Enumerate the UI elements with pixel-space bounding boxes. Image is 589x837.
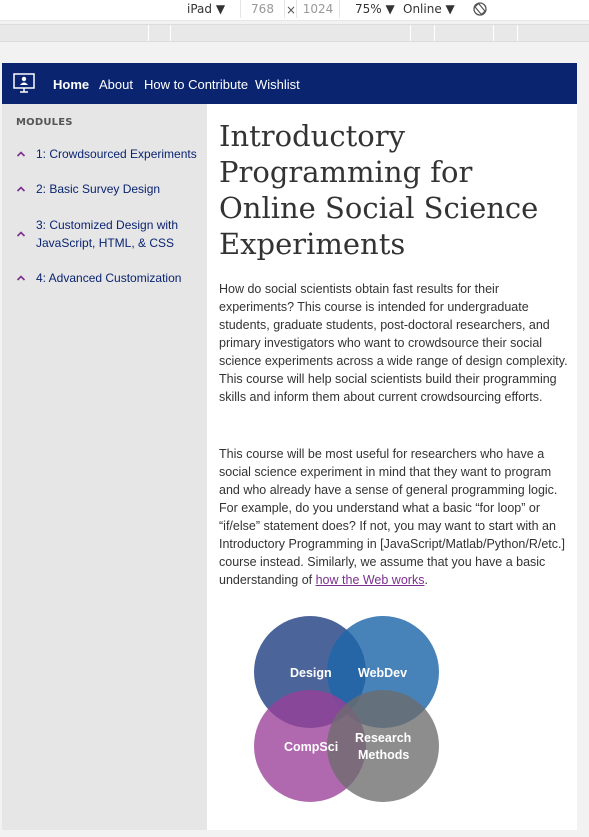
venn-label-design: Design (290, 666, 332, 680)
chevron-up-icon (16, 186, 26, 192)
media-query-ruler[interactable] (0, 24, 589, 42)
chevron-up-icon (16, 231, 26, 237)
sidebar-item-label: 1: Crowdsourced Experiments (36, 147, 197, 161)
sidebar-item-module-2[interactable]: 2: Basic Survey Design (16, 180, 201, 198)
height-input[interactable]: 1024 (296, 0, 340, 18)
emulated-page: Home About How to Contribute Wishlist MO… (2, 63, 577, 830)
ruler-mark (148, 25, 149, 41)
ruler-mark (493, 25, 494, 41)
sidebar-item-label: 2: Basic Survey Design (36, 182, 161, 196)
sidebar-item-label: 4: Advanced Customization (36, 271, 182, 285)
main-content: Introductory Programming for Online Soci… (207, 104, 577, 830)
venn-circle-research (327, 690, 439, 802)
venn-label-compsci: CompSci (284, 740, 338, 754)
page-title: Introductory Programming for Online Soci… (219, 119, 539, 261)
zoom-select[interactable]: 75% ▼ (355, 2, 395, 16)
ruler-mark (434, 25, 435, 41)
rotate-icon[interactable] (472, 1, 488, 20)
top-navbar: Home About How to Contribute Wishlist (2, 63, 577, 104)
network-select[interactable]: Online ▼ (403, 2, 455, 16)
ruler-mark (410, 25, 411, 41)
nav-about[interactable]: About (99, 77, 133, 92)
venn-label-webdev: WebDev (358, 666, 407, 680)
modules-sidebar: MODULES 1: Crowdsourced Experiments 2: B… (2, 104, 207, 830)
device-toolbar: iPad ▼ 768 × 1024 75% ▼ Online ▼ (0, 0, 589, 21)
audience-end: . (424, 573, 428, 587)
audience-text: This course will be most useful for rese… (219, 447, 565, 587)
sidebar-heading: MODULES (16, 117, 73, 128)
nav-wishlist[interactable]: Wishlist (255, 77, 300, 92)
nav-how-to-contribute[interactable]: How to Contribute (144, 77, 248, 92)
ruler-mark (170, 25, 171, 41)
ruler-mark (517, 25, 518, 41)
venn-label-research: Research (355, 731, 411, 745)
dimension-separator: × (286, 3, 297, 17)
width-input[interactable]: 768 (240, 0, 285, 18)
how-the-web-works-link[interactable]: how the Web works (316, 573, 425, 587)
chevron-up-icon (16, 275, 26, 281)
sidebar-item-module-3[interactable]: 3: Customized Design with JavaScript, HT… (16, 216, 201, 252)
presentation-logo-icon[interactable] (13, 73, 35, 93)
intro-paragraph: How do social scientists obtain fast res… (219, 282, 568, 404)
sidebar-item-module-4[interactable]: 4: Advanced Customization (16, 269, 201, 287)
sidebar-item-module-1[interactable]: 1: Crowdsourced Experiments (16, 145, 201, 163)
audience-paragraph: This course will be most useful for rese… (219, 445, 569, 589)
sidebar-item-label: 3: Customized Design with JavaScript, HT… (36, 218, 179, 250)
device-select[interactable]: iPad ▼ (187, 2, 225, 16)
nav-home[interactable]: Home (53, 77, 89, 92)
venn-label-methods: Methods (358, 748, 409, 762)
chevron-up-icon (16, 151, 26, 157)
venn-diagram: Design WebDev CompSci Research Methods (254, 616, 439, 802)
